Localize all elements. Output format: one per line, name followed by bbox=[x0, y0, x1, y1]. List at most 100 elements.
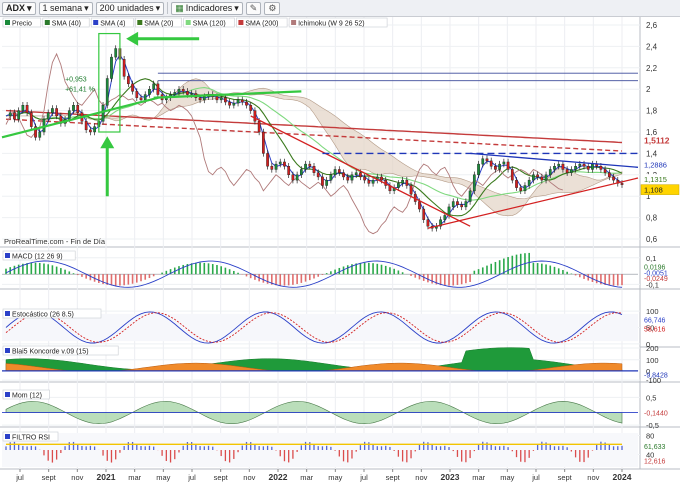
candle-body bbox=[198, 97, 202, 101]
candle-body bbox=[456, 201, 459, 205]
symbol-label: ADX bbox=[6, 3, 26, 13]
chevron-down-icon: ▾ bbox=[234, 2, 239, 13]
candle-body bbox=[489, 160, 493, 167]
price-value-label: 1,5112 bbox=[644, 136, 670, 146]
macd-bar bbox=[511, 255, 514, 275]
candle-body bbox=[506, 161, 510, 170]
x-tick-label: mar bbox=[472, 473, 485, 482]
legend-swatch bbox=[44, 20, 50, 25]
macd-bar bbox=[313, 274, 315, 279]
candle-body bbox=[333, 169, 337, 175]
candle-body bbox=[105, 78, 109, 106]
candle-body bbox=[401, 179, 404, 184]
macd-bar bbox=[279, 274, 282, 286]
draw-tool-button[interactable]: ✎ bbox=[245, 1, 262, 15]
macd-bar bbox=[262, 274, 265, 283]
candle-body bbox=[422, 208, 426, 220]
candle-body bbox=[143, 94, 147, 101]
macd-bar bbox=[123, 274, 125, 286]
units-label: 200 unidades bbox=[99, 3, 154, 13]
macd-bar bbox=[439, 274, 442, 286]
macd-bar bbox=[338, 267, 341, 275]
macd-bar bbox=[119, 274, 121, 286]
y-tick-label: 0,6 bbox=[646, 235, 658, 244]
candle-body bbox=[38, 131, 42, 138]
candle-body bbox=[561, 163, 565, 170]
macd-bar bbox=[498, 260, 501, 275]
panel-legend-label: Mom (12) bbox=[12, 392, 42, 399]
macd-bar bbox=[300, 274, 303, 283]
candle-body bbox=[536, 174, 539, 178]
candle-body bbox=[460, 204, 464, 208]
macd-bar bbox=[161, 272, 163, 275]
candle-body bbox=[295, 174, 299, 181]
annotation-percent: +61,41 % bbox=[65, 86, 95, 93]
macd-bar bbox=[384, 265, 387, 275]
candle-body bbox=[291, 174, 295, 181]
candle-body bbox=[570, 169, 573, 173]
period-select[interactable]: 1 semana ▾ bbox=[38, 1, 93, 15]
macd-bar bbox=[557, 268, 560, 275]
price-value-label: 1,2886 bbox=[644, 160, 667, 169]
candle-body bbox=[148, 88, 151, 95]
legend-label: SMA (4) bbox=[100, 20, 125, 27]
units-select[interactable]: 200 unidades ▾ bbox=[95, 1, 165, 15]
panel-value-label: 58,616 bbox=[644, 326, 666, 333]
candle-body bbox=[312, 166, 316, 173]
macd-bar bbox=[477, 269, 480, 275]
panel-legend-label: MACD (12 26 9) bbox=[12, 253, 63, 260]
macd-bar bbox=[292, 274, 294, 285]
macd-bar bbox=[233, 270, 235, 275]
chevron-down-icon: ▾ bbox=[84, 2, 89, 13]
macd-bar bbox=[237, 272, 239, 275]
y-tick-label: 2,2 bbox=[646, 64, 658, 73]
macd-bar bbox=[199, 262, 201, 275]
macd-bar bbox=[245, 274, 248, 277]
candle-body bbox=[586, 166, 590, 170]
macd-bar bbox=[98, 274, 100, 284]
chevron-down-icon: ▾ bbox=[155, 2, 161, 13]
indicators-button[interactable]: ▦ Indicadores ▾ bbox=[171, 1, 243, 15]
chart-area[interactable]: +0,953 +61,41 % ProRealTime.com - Fin de D… bbox=[0, 17, 680, 484]
candle-body bbox=[557, 163, 561, 167]
candle-body bbox=[21, 105, 25, 111]
candle-body bbox=[397, 183, 400, 188]
macd-bar bbox=[562, 270, 564, 275]
candle-body bbox=[447, 206, 451, 216]
candle-body bbox=[451, 201, 455, 208]
candle-body bbox=[135, 91, 139, 98]
macd-bar bbox=[127, 274, 130, 285]
settings-button[interactable]: ⚙ bbox=[264, 1, 281, 15]
macd-bar bbox=[30, 262, 33, 275]
macd-bar bbox=[26, 263, 28, 275]
macd-bar bbox=[481, 267, 484, 275]
candle-body bbox=[591, 163, 594, 170]
y-tick-label: 1,8 bbox=[646, 107, 658, 116]
macd-bar bbox=[283, 274, 286, 286]
candle-body bbox=[359, 172, 362, 178]
legend-swatch bbox=[93, 20, 99, 25]
x-tick-label: nov bbox=[415, 473, 427, 482]
y-tick-label: -0,5 bbox=[646, 421, 659, 430]
symbol-select[interactable]: ADX ▾ bbox=[2, 1, 36, 15]
x-tick-label: nov bbox=[243, 473, 255, 482]
macd-bar bbox=[114, 274, 117, 286]
macd-bar bbox=[110, 274, 113, 286]
macd-bar bbox=[448, 274, 450, 286]
macd-bar bbox=[190, 263, 193, 275]
candle-body bbox=[278, 161, 282, 165]
macd-bar bbox=[55, 266, 58, 275]
candle-body bbox=[287, 166, 291, 176]
macd-bar bbox=[486, 265, 488, 275]
macd-bar bbox=[608, 274, 611, 286]
candle-body bbox=[354, 172, 358, 176]
candle-body bbox=[380, 176, 383, 181]
candle-body bbox=[532, 174, 535, 181]
candle-body bbox=[464, 201, 468, 208]
candle-body bbox=[553, 166, 556, 170]
macd-bar bbox=[359, 262, 362, 275]
macd-bar bbox=[178, 266, 180, 275]
macd-bar bbox=[47, 264, 49, 275]
candle-body bbox=[574, 166, 577, 170]
panel-value-label: -9,8428 bbox=[644, 373, 668, 380]
